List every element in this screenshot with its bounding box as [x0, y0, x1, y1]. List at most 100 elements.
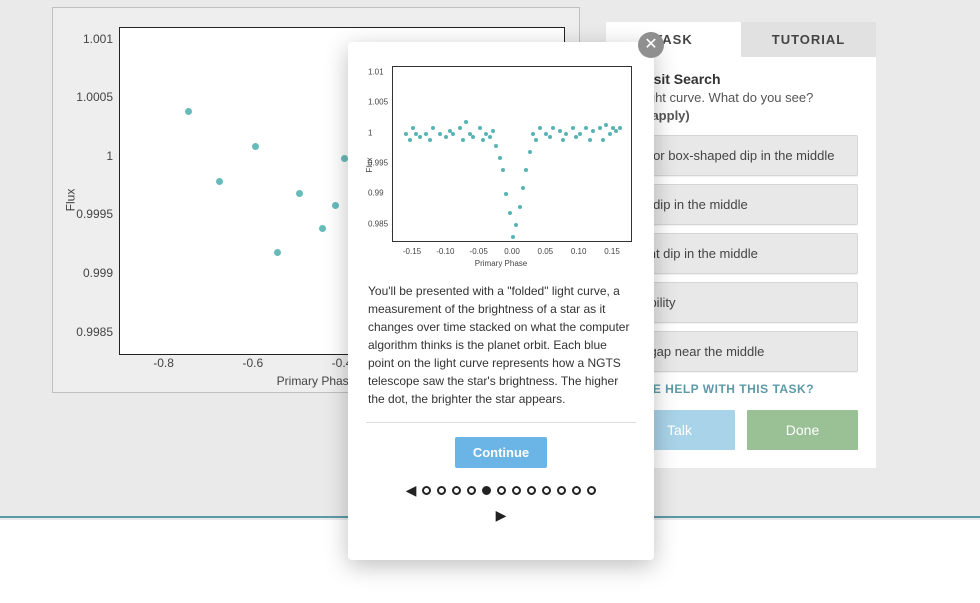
- data-point: [561, 138, 565, 142]
- pager-dot-2[interactable]: [452, 486, 461, 495]
- pager-dot-9[interactable]: [557, 486, 566, 495]
- pager-dot-1[interactable]: [437, 486, 446, 495]
- data-point: [216, 178, 223, 185]
- task-option-1[interactable]: ed dip in the middle: [624, 184, 858, 225]
- data-point: [571, 126, 575, 130]
- data-point: [319, 225, 326, 232]
- data-point: [488, 135, 492, 139]
- tab-tutorial[interactable]: TUTORIAL: [741, 22, 876, 57]
- data-point: [558, 129, 562, 133]
- data-point: [185, 108, 192, 115]
- data-point: [332, 202, 339, 209]
- modal-text: You'll be presented with a "folded" ligh…: [366, 282, 636, 408]
- data-point: [618, 126, 622, 130]
- done-button[interactable]: Done: [747, 410, 858, 450]
- data-point: [584, 126, 588, 130]
- xtick: -0.10: [436, 247, 454, 256]
- bg-chart-ylabel: Flux: [63, 189, 77, 212]
- modal-chart-plot: [392, 66, 632, 242]
- help-link[interactable]: SOME HELP WITH THIS TASK?: [624, 382, 858, 396]
- bg-chart-xlabel: Primary Phase: [277, 374, 356, 388]
- data-point: [528, 150, 532, 154]
- continue-button[interactable]: Continue: [455, 437, 547, 468]
- data-point: [471, 135, 475, 139]
- data-point: [341, 155, 348, 162]
- data-point: [404, 132, 408, 136]
- xtick: -0.6: [242, 356, 263, 370]
- modal-chart-xlabel: Primary Phase: [475, 259, 527, 268]
- data-point: [588, 138, 592, 142]
- data-point: [418, 135, 422, 139]
- task-instr: (nat apply): [624, 107, 858, 125]
- data-point: [524, 168, 528, 172]
- data-point: [598, 126, 602, 130]
- data-point: [464, 120, 468, 124]
- data-point: [508, 211, 512, 215]
- data-point: [424, 132, 428, 136]
- data-point: [458, 126, 462, 130]
- data-point: [428, 138, 432, 142]
- data-point: [551, 126, 555, 130]
- ytick: 0.995: [368, 159, 388, 168]
- data-point: [451, 132, 455, 136]
- data-point: [504, 192, 508, 196]
- pager-prev-icon[interactable]: ◀: [406, 482, 417, 499]
- ytick: 0.99: [368, 189, 384, 198]
- pager-dot-6[interactable]: [512, 486, 521, 495]
- task-option-4[interactable]: ta gap near the middle: [624, 331, 858, 372]
- task-option-2[interactable]: cant dip in the middle: [624, 233, 858, 274]
- ytick: 1: [368, 128, 372, 137]
- data-point: [531, 132, 535, 136]
- data-point: [578, 132, 582, 136]
- ytick: 0.999: [83, 266, 113, 280]
- pager-dot-11[interactable]: [587, 486, 596, 495]
- data-point: [411, 126, 415, 130]
- modal-divider: [366, 422, 636, 423]
- pager: ◀▶: [366, 482, 636, 525]
- pager-dot-8[interactable]: [542, 486, 551, 495]
- task-option-3[interactable]: riability: [624, 282, 858, 323]
- data-point: [408, 138, 412, 142]
- data-point: [564, 132, 568, 136]
- ytick: 1.005: [368, 98, 388, 107]
- data-point: [538, 126, 542, 130]
- xtick: -0.8: [153, 356, 174, 370]
- data-point: [494, 144, 498, 148]
- task-options: ed or box-shaped dip in the middle ed dip…: [624, 135, 858, 372]
- pager-dot-7[interactable]: [527, 486, 536, 495]
- data-point: [604, 123, 608, 127]
- data-point: [548, 135, 552, 139]
- pager-dot-3[interactable]: [467, 486, 476, 495]
- pager-dot-5[interactable]: [497, 486, 506, 495]
- tutorial-modal: ✕ Flux Primary Phase 0.9850.990.99511.00…: [348, 42, 654, 560]
- pager-next-icon[interactable]: ▶: [496, 507, 507, 523]
- xtick: 0.05: [538, 247, 554, 256]
- ytick: 1.001: [83, 32, 113, 46]
- xtick: 0.00: [504, 247, 520, 256]
- xtick: 0.10: [571, 247, 587, 256]
- task-desc: ed light curve. What do you see?: [624, 89, 858, 107]
- xtick: -0.05: [470, 247, 488, 256]
- ytick: 1: [106, 149, 113, 163]
- ytick: 0.9995: [76, 207, 113, 221]
- ytick: 0.9985: [76, 325, 113, 339]
- data-point: [511, 235, 515, 239]
- pager-dot-10[interactable]: [572, 486, 581, 495]
- ytick: 1.0005: [76, 90, 113, 104]
- data-point: [461, 138, 465, 142]
- data-point: [491, 129, 495, 133]
- close-icon[interactable]: ✕: [638, 32, 664, 58]
- data-point: [478, 126, 482, 130]
- pager-dot-4[interactable]: [482, 486, 491, 495]
- pager-dot-0[interactable]: [422, 486, 431, 495]
- task-option-0[interactable]: ed or box-shaped dip in the middle: [624, 135, 858, 176]
- data-point: [296, 190, 303, 197]
- data-point: [481, 138, 485, 142]
- data-point: [438, 132, 442, 136]
- data-point: [431, 126, 435, 130]
- data-point: [518, 205, 522, 209]
- ytick: 1.01: [368, 68, 384, 77]
- data-point: [498, 156, 502, 160]
- data-point: [601, 138, 605, 142]
- data-point: [591, 129, 595, 133]
